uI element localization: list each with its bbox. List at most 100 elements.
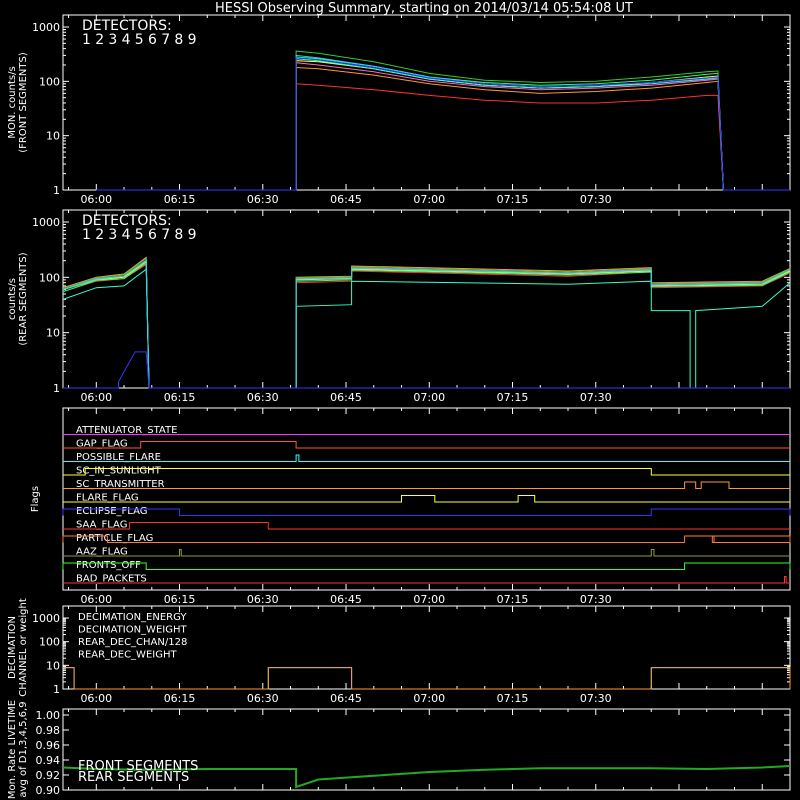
front-series-line-2	[96, 62, 790, 191]
front-ytick-label: 100	[39, 75, 60, 88]
front-frame	[62, 14, 791, 191]
front-xtick-label: 07:30	[580, 193, 612, 206]
front-legend-item: 5	[135, 32, 144, 48]
decimation-legend-item: DECIMATION_ENERGY	[78, 612, 187, 623]
front-xtick-label: 06:00	[80, 193, 112, 206]
front-series-line-3	[96, 66, 790, 191]
front-legend-item: 3	[108, 32, 117, 48]
front-xtick-label: 06:30	[247, 193, 279, 206]
flag-label: SC_IN_SUNLIGHT	[76, 466, 162, 477]
flag-line	[62, 535, 791, 543]
rear-xtick-label: 06:00	[80, 391, 112, 404]
flag-label: FRONTS_OFF	[76, 560, 141, 571]
flag-line	[62, 508, 791, 516]
flag-line	[63, 522, 790, 530]
rear-series-line-8	[62, 259, 791, 389]
decimation-series-line-2	[63, 667, 791, 690]
flags-xtick-label: 07:15	[497, 593, 529, 606]
rear-xtick-label: 06:30	[247, 391, 279, 404]
flag-line	[63, 576, 790, 584]
rear-series-group	[62, 256, 791, 389]
livetime-legend-item: REAR SEGMENTS	[78, 770, 189, 785]
front-xtick-label: 06:15	[164, 193, 196, 206]
rear-ylabel: (REAR SEGMENTS)	[18, 252, 29, 345]
flag-line	[63, 468, 790, 476]
rear-xtick-label: 07:00	[413, 391, 445, 404]
chart-title: HESSI Observing Summary, starting on 201…	[215, 1, 633, 16]
flags-xtick-label: 06:45	[330, 593, 362, 606]
rear-legend-item: 1	[82, 227, 91, 243]
decimation-series-line-1	[63, 667, 791, 690]
rear-series-line-6	[62, 257, 791, 389]
front-xtick-label: 06:45	[330, 193, 362, 206]
rear-ylabel: counts/s	[7, 278, 18, 320]
decimation-xtick-label: 07:15	[497, 692, 529, 705]
rear-ytick-label: 1000	[32, 216, 60, 229]
rear-series-line-3	[62, 256, 791, 389]
front-series-line-1	[96, 83, 790, 191]
rear-legend-item: 5	[135, 227, 144, 243]
front-legend-item: 8	[174, 32, 183, 48]
rear-ytick-label: 1	[53, 382, 60, 395]
front-xtick-label: 07:15	[497, 193, 529, 206]
rear-xtick-label: 07:30	[580, 391, 612, 404]
rear-legend-item: 8	[174, 227, 183, 243]
decimation-ytick-label: 10	[46, 659, 60, 672]
rear-legend-item: 2	[95, 227, 104, 243]
flag-line	[63, 454, 790, 462]
livetime-ylabel: avg of D1,3,4,5,6,9	[18, 701, 29, 797]
flag-label: ECLIPSE_FLAG	[76, 506, 147, 517]
front-ytick-label: 1	[53, 184, 60, 197]
flags-xtick-label: 06:15	[164, 593, 196, 606]
front-ytick-label: 1000	[32, 21, 60, 34]
rear-series-line-9	[63, 351, 790, 389]
rear-xtick-label: 07:15	[497, 391, 529, 404]
livetime-ytick-label: 0.96	[36, 739, 61, 752]
rear-legend-item: 6	[148, 227, 157, 243]
flag-line	[63, 495, 790, 503]
livetime-ylabel: Mon. Rate LIVETIME	[7, 700, 18, 799]
rear-legend-item: 9	[188, 227, 197, 243]
front-legend-item: 4	[122, 32, 131, 48]
livetime-ytick-label: 0.94	[36, 754, 61, 767]
flags-xtick-label: 07:00	[413, 593, 445, 606]
rear-legend-item: 3	[108, 227, 117, 243]
decimation-ytick-label: 100	[39, 636, 60, 649]
front-ylabel: MON. counts/s	[7, 66, 18, 138]
flag-line	[63, 481, 790, 489]
front-legend-item: 7	[161, 32, 170, 48]
flags-ylabel: Flags	[30, 486, 41, 512]
rear-ytick-label: 10	[46, 327, 60, 340]
decimation-ytick-label: 1000	[32, 612, 60, 625]
front-legend-item: 9	[188, 32, 197, 48]
livetime-ytick-label: 0.92	[36, 769, 61, 782]
rear-legend-item: 7	[161, 227, 170, 243]
decimation-legend-item: REAR_DEC_CHAN/128	[78, 637, 187, 648]
livetime-ytick-label: 0.90	[36, 784, 61, 797]
flag-line	[63, 441, 790, 449]
livetime-ytick-label: 0.98	[36, 724, 61, 737]
front-legend-item: 6	[148, 32, 157, 48]
flags-xtick-label: 06:30	[247, 593, 279, 606]
rear-xtick-label: 06:45	[330, 391, 362, 404]
decimation-ylabel: DECIMATION	[7, 616, 18, 679]
decimation-xtick-label: 07:00	[413, 692, 445, 705]
decimation-xtick-label: 07:30	[580, 692, 612, 705]
flag-line	[62, 562, 791, 570]
decimation-ylabel: CHANNEL or weight	[18, 598, 29, 697]
front-xtick-label: 07:00	[413, 193, 445, 206]
front-legend-item: 2	[95, 32, 104, 48]
livetime-ytick-label: 1.00	[36, 709, 61, 722]
front-series-line-9	[96, 57, 790, 191]
flags-xtick-label: 07:30	[580, 593, 612, 606]
flags-xtick-label: 06:00	[80, 593, 112, 606]
front-ytick-label: 10	[46, 130, 60, 143]
front-series-line-6	[96, 50, 790, 191]
front-series-line-5	[96, 56, 790, 191]
decimation-xtick-label: 06:45	[330, 692, 362, 705]
decimation-legend-item: REAR_DEC_WEIGHT	[78, 650, 177, 661]
decimation-xtick-label: 06:30	[247, 692, 279, 705]
rear-ytick-label: 100	[39, 271, 60, 284]
flag-line	[63, 549, 790, 557]
rear-series-line-4	[62, 260, 791, 389]
